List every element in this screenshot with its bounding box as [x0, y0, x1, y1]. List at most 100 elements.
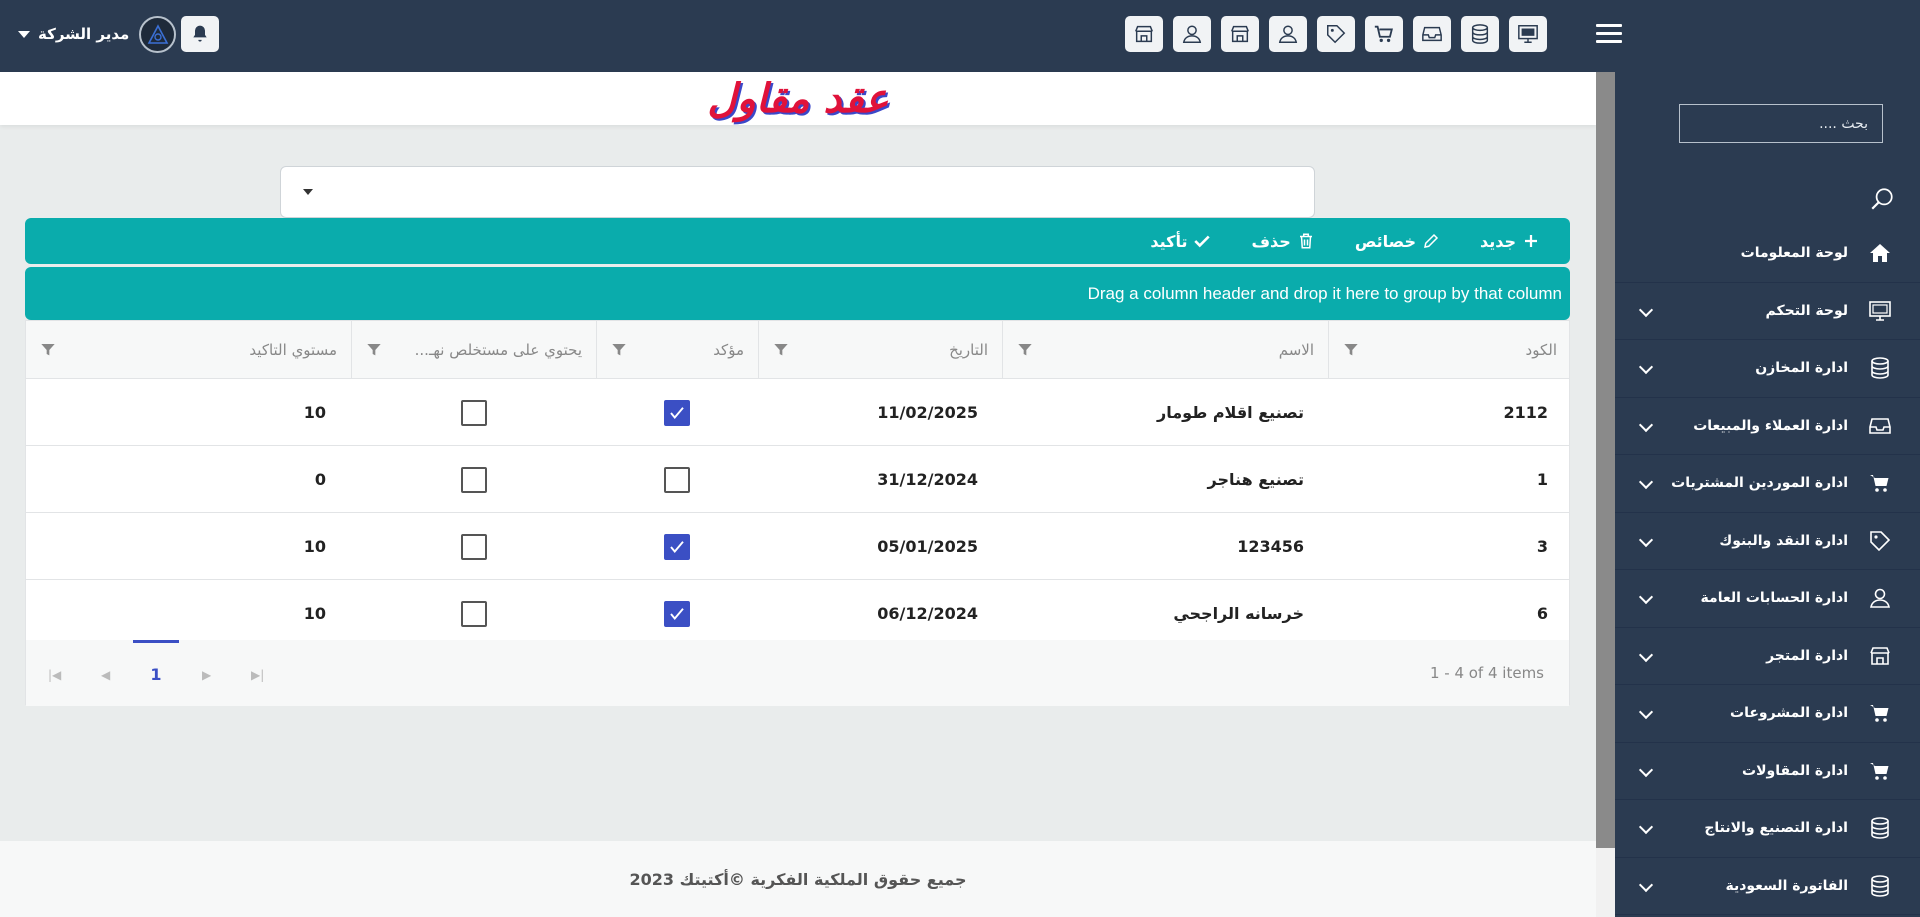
- sidebar-item-store[interactable]: ادارة المتجر: [1615, 628, 1920, 685]
- new-button[interactable]: جديد: [1480, 232, 1540, 251]
- database-icon: [1866, 814, 1894, 842]
- contract-select[interactable]: [280, 166, 1315, 218]
- chevron-down-icon: [1638, 474, 1654, 490]
- confirmed-checkbox[interactable]: [664, 466, 690, 493]
- sidebar-item-contracting[interactable]: ادارة المقاولات: [1615, 743, 1920, 800]
- sidebar-item-dashboard[interactable]: لوحة المعلومات: [1615, 225, 1920, 283]
- footer-copyright: جميع حقوق الملكية الفكرية ©أكتيتك 2023: [629, 869, 967, 889]
- user-icon[interactable]: [1269, 16, 1307, 52]
- chevron-down-icon: [1638, 417, 1654, 432]
- filter-icon[interactable]: [1017, 342, 1033, 358]
- cell-confirmed: [596, 446, 758, 513]
- database-icon[interactable]: [1461, 16, 1499, 52]
- cell-code: 3: [1536, 537, 1548, 556]
- action-toolbar: جديد خصائص حذف تأكيد: [25, 218, 1570, 264]
- store-icon[interactable]: [1221, 16, 1259, 52]
- cart-icon[interactable]: [1365, 16, 1403, 52]
- trash-icon: [1299, 233, 1312, 249]
- search-icon[interactable]: [1869, 186, 1895, 212]
- next-page-icon[interactable]: ▶: [202, 668, 211, 682]
- sidebar: لوحة المعلومات لوحة التحكم ادارة المخازن…: [1615, 72, 1920, 917]
- cell-date: 05/01/2025: [877, 537, 978, 556]
- plus-icon: [1525, 235, 1537, 247]
- sidebar-item-warehouses[interactable]: ادارة المخازن: [1615, 340, 1920, 398]
- cell-final-extract: [351, 379, 596, 446]
- chevron-down-icon: [1638, 819, 1654, 835]
- contracts-grid: الكود الاسم التاريخ مؤكد يحتوي على مستخل…: [25, 320, 1570, 706]
- cell-level: 10: [303, 537, 326, 556]
- filter-icon[interactable]: [40, 342, 56, 358]
- database-icon: [1866, 354, 1894, 382]
- user-menu[interactable]: مدير الشركة: [18, 22, 129, 46]
- inbox-icon: [1866, 412, 1894, 440]
- sidebar-item-customers-sales[interactable]: ادارة العملاء والمبيعات: [1615, 398, 1920, 455]
- sidebar-item-manufacturing[interactable]: ادارة التصنيع والانتاج: [1615, 800, 1920, 858]
- column-header-confirm-level[interactable]: مستوي التاكيد: [26, 321, 351, 379]
- cell-name: تصنيع هناجر: [1207, 470, 1304, 489]
- cell-date: 31/12/2024: [877, 470, 978, 489]
- table-row[interactable]: 6 خرسانه الراجحي 06/12/2024 10: [26, 580, 1569, 647]
- scrollbar[interactable]: [1596, 72, 1615, 917]
- page-number-current[interactable]: 1: [133, 640, 179, 706]
- monitor-icon: [1866, 297, 1894, 325]
- dropdown-arrow-icon: [303, 189, 313, 195]
- table-row[interactable]: 1 تصنيع هناجر 31/12/2024 0: [26, 446, 1569, 513]
- tag-icon[interactable]: [1317, 16, 1355, 52]
- pencil-icon: [1424, 233, 1439, 248]
- final-extract-checkbox[interactable]: [460, 399, 487, 426]
- column-header-final-extract[interactable]: يحتوي على مستخلص نهـ...: [351, 321, 596, 379]
- title-bar: عقد مقاول: [0, 72, 1596, 125]
- delete-button[interactable]: حذف: [1251, 232, 1314, 251]
- delete-button-label: حذف: [1251, 231, 1291, 251]
- filter-icon[interactable]: [1343, 342, 1359, 358]
- user-icon[interactable]: [1173, 16, 1211, 52]
- sidebar-item-control-panel[interactable]: لوحة التحكم: [1615, 283, 1920, 340]
- cell-date: 06/12/2024: [877, 604, 978, 623]
- store-icon: [1866, 642, 1894, 670]
- store-icon[interactable]: [1125, 16, 1163, 52]
- avatar[interactable]: [139, 16, 176, 53]
- final-extract-checkbox[interactable]: [460, 600, 487, 627]
- last-page-icon[interactable]: ▶|: [251, 668, 264, 682]
- sidebar-search-input[interactable]: [1679, 104, 1883, 143]
- cell-confirmed: [596, 379, 758, 446]
- sidebar-item-general-accounts[interactable]: ادارة الحسابات العامة: [1615, 570, 1920, 628]
- chevron-down-icon: [1638, 704, 1654, 720]
- filter-icon[interactable]: [366, 342, 382, 358]
- final-extract-checkbox[interactable]: [460, 466, 487, 493]
- cell-name: 123456: [1237, 537, 1304, 556]
- confirm-button[interactable]: تأكيد: [1150, 232, 1211, 251]
- confirmed-checkbox[interactable]: [664, 600, 690, 627]
- cell-level: 10: [303, 403, 326, 422]
- chevron-down-icon: [1638, 532, 1654, 547]
- bell-icon[interactable]: [181, 16, 219, 52]
- home-icon: [1866, 239, 1894, 267]
- sidebar-item-suppliers-purchases[interactable]: ادارة الموردين المشتريات: [1615, 455, 1920, 513]
- prev-page-icon[interactable]: ◀: [101, 668, 110, 682]
- first-page-icon[interactable]: |◀: [48, 668, 61, 682]
- monitor-icon[interactable]: [1509, 16, 1547, 52]
- column-header-date[interactable]: التاريخ: [758, 321, 1002, 379]
- cart-icon: [1866, 699, 1894, 727]
- new-button-label: جديد: [1479, 231, 1516, 251]
- hamburger-menu-icon[interactable]: [1596, 24, 1622, 46]
- confirmed-checkbox[interactable]: [664, 533, 690, 560]
- top-bar: مدير الشركة: [0, 0, 1920, 72]
- grid-header: الكود الاسم التاريخ مؤكد يحتوي على مستخل…: [26, 321, 1569, 379]
- filter-icon[interactable]: [773, 342, 789, 358]
- scrollbar-thumb[interactable]: [1596, 72, 1615, 848]
- sidebar-item-cash-banks[interactable]: ادارة النقد والبنوك: [1615, 513, 1920, 570]
- properties-button[interactable]: خصائص: [1355, 232, 1440, 251]
- filter-icon[interactable]: [611, 342, 627, 358]
- table-row[interactable]: 3 123456 05/01/2025 10: [26, 513, 1569, 580]
- sidebar-item-saudi-invoice[interactable]: الفاتورة السعودية: [1615, 858, 1920, 915]
- table-row[interactable]: 2112 تصنيع اقلام طومار 11/02/2025 10: [26, 379, 1569, 446]
- sidebar-item-projects[interactable]: ادارة المشروعات: [1615, 685, 1920, 743]
- group-panel[interactable]: Drag a column header and drop it here to…: [25, 267, 1570, 320]
- final-extract-checkbox[interactable]: [460, 533, 487, 560]
- confirmed-checkbox[interactable]: [664, 399, 690, 426]
- inbox-icon[interactable]: [1413, 16, 1451, 52]
- column-header-name[interactable]: الاسم: [1002, 321, 1328, 379]
- column-header-confirmed[interactable]: مؤكد: [596, 321, 758, 379]
- column-header-code[interactable]: الكود: [1328, 321, 1571, 379]
